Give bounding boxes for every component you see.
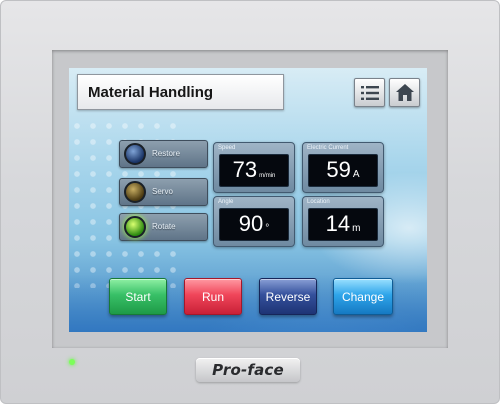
indicator-rotate-button[interactable]: Rotate — [119, 213, 208, 241]
speed-value: 73 — [232, 157, 258, 182]
reverse-button[interactable]: Reverse — [259, 278, 317, 315]
speed-label: Speed — [218, 145, 236, 151]
speed-panel: Speed 73 m/min — [213, 142, 295, 193]
touch-screen: Material Handling Restore Servo Rotate S… — [69, 68, 427, 332]
page-title: Material Handling — [88, 83, 214, 101]
current-panel: Electric Current 59 A — [302, 142, 384, 193]
status-lamp-blue — [124, 143, 146, 165]
list-icon — [360, 85, 379, 100]
location-unit: m — [352, 223, 361, 234]
speed-display: 73 m/min — [219, 154, 289, 187]
home-icon — [395, 84, 414, 101]
current-unit: A — [352, 169, 360, 180]
angle-value: 90 — [238, 211, 264, 236]
location-value: 14 — [325, 211, 351, 236]
run-button[interactable]: Run — [184, 278, 242, 315]
angle-unit: ° — [265, 223, 270, 234]
indicator-rotate-label: Rotate — [152, 222, 176, 231]
current-value: 59 — [326, 157, 351, 182]
status-lamp-amber — [124, 181, 146, 203]
home-button[interactable] — [389, 78, 420, 107]
change-button[interactable]: Change — [333, 278, 393, 315]
location-display: 14 m — [308, 208, 378, 241]
indicator-restore-label: Restore — [152, 149, 181, 158]
angle-display: 90 ° — [219, 208, 289, 241]
angle-label: Angle — [218, 199, 234, 205]
speed-unit: m/min — [259, 173, 276, 179]
power-led — [69, 359, 75, 365]
brand-logo-text: Pro-face — [212, 361, 284, 379]
current-label: Electric Current — [307, 145, 349, 151]
current-display: 59 A — [308, 154, 378, 187]
brand-badge: Pro-face — [196, 358, 300, 382]
indicator-servo-label: Servo — [152, 187, 173, 196]
indicator-restore-button[interactable]: Restore — [119, 140, 208, 168]
status-lamp-green — [124, 216, 146, 238]
location-panel: Location 14 m — [302, 196, 384, 247]
start-button[interactable]: Start — [109, 278, 167, 315]
angle-panel: Angle 90 ° — [213, 196, 295, 247]
page-title-bar: Material Handling — [77, 74, 284, 110]
location-label: Location — [307, 199, 330, 205]
menu-button[interactable] — [354, 78, 385, 107]
indicator-servo-button[interactable]: Servo — [119, 178, 208, 206]
